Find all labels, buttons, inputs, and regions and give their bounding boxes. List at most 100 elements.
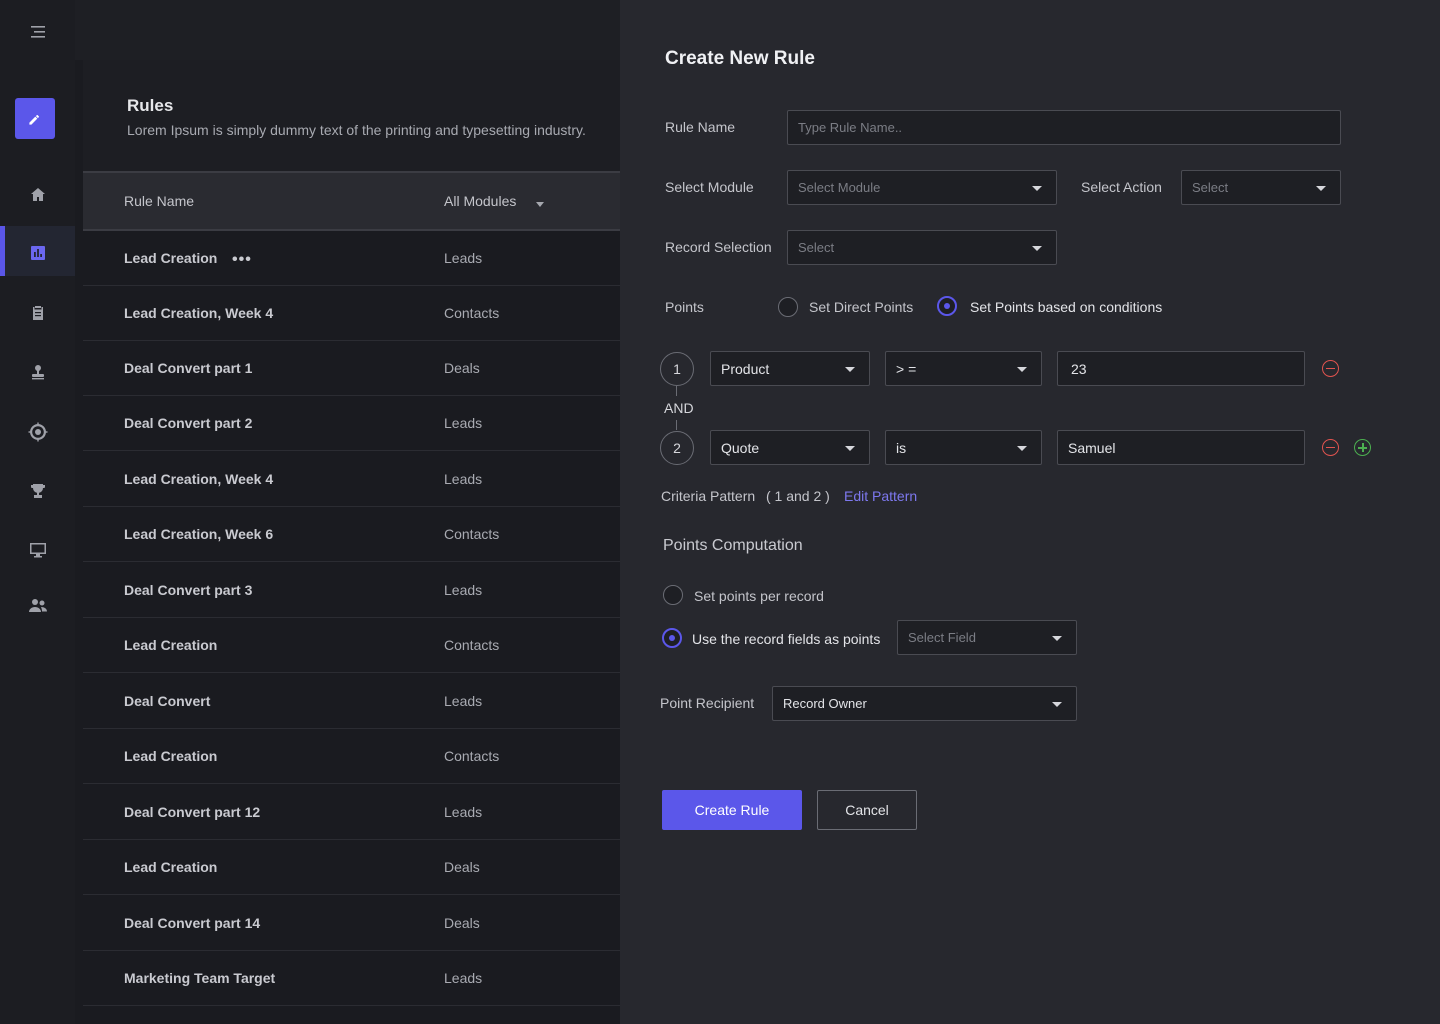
chevron-down-icon	[1052, 636, 1062, 641]
table-row[interactable]: Lead Creation, Week 6 Contacts	[83, 507, 620, 562]
module-cell: Contacts	[444, 637, 500, 653]
cancel-button[interactable]: Cancel	[817, 790, 917, 830]
select-action-label: Select Action	[1081, 179, 1162, 195]
drawer-title: Create New Rule	[665, 48, 815, 69]
criteria-pattern-value: ( 1 and 2 )	[766, 488, 830, 504]
users-icon[interactable]	[0, 586, 75, 626]
chevron-down-icon[interactable]	[536, 202, 544, 207]
points-computation-title: Points Computation	[663, 537, 803, 554]
rule-name-cell: Lead Creation	[124, 859, 218, 875]
table-row[interactable]: Deal Convert part 14 Deals	[83, 896, 620, 951]
chevron-down-icon	[1032, 186, 1042, 191]
point-recipient-value: Record Owner	[783, 696, 867, 711]
radio-conditional-points[interactable]	[937, 296, 957, 316]
condition-field-value: Product	[721, 360, 770, 377]
trophy-icon[interactable]	[0, 471, 75, 511]
select-field-dropdown[interactable]: Select Field	[897, 620, 1077, 655]
table-row[interactable]: Lead Creation Contacts	[83, 618, 620, 673]
module-cell: Leads	[444, 804, 483, 820]
add-condition-icon[interactable]	[1354, 439, 1371, 456]
select-module-label: Select Module	[665, 179, 754, 195]
target-icon[interactable]	[0, 412, 75, 452]
condition-operator-select[interactable]: > =	[885, 351, 1042, 386]
module-cell: Contacts	[444, 305, 500, 321]
rule-name-input[interactable]	[787, 110, 1341, 145]
record-selection-label: Record Selection	[665, 239, 772, 255]
rule-name-cell: Deal Convert	[124, 693, 211, 709]
module-filter-dropdown[interactable]: All Modules	[444, 193, 516, 209]
edit-pattern-link[interactable]: Edit Pattern	[844, 488, 917, 504]
chevron-down-icon	[1316, 186, 1326, 191]
record-selection-value: Select	[798, 240, 835, 255]
module-cell: Leads	[444, 970, 483, 986]
more-options-icon[interactable]: •••	[232, 251, 252, 269]
table-row[interactable]: Deal Convert Leads	[83, 674, 620, 729]
rule-name-cell: Deal Convert part 1	[124, 360, 253, 376]
rule-name-cell: Deal Convert part 3	[124, 582, 253, 598]
module-cell: Deals	[444, 859, 480, 875]
module-cell: Leads	[444, 250, 483, 266]
table-header: Rule Name All Modules	[83, 171, 620, 231]
condition-field-select[interactable]: Product	[710, 351, 870, 386]
rule-name-cell: Lead Creation	[124, 637, 218, 653]
radio-direct-points[interactable]	[778, 297, 798, 317]
page-title: Rules	[127, 96, 174, 115]
column-header-rule-name: Rule Name	[124, 193, 195, 209]
radio-record-fields-points-label[interactable]: Use the record fields as points	[692, 631, 880, 647]
rule-name-cell: Lead Creation	[124, 250, 218, 266]
connector-line	[676, 386, 677, 396]
module-select[interactable]: Select Module	[787, 170, 1057, 205]
table-row[interactable]: Lead Creation, Week 4 Contacts	[83, 286, 620, 341]
module-select-value: Select Module	[798, 180, 881, 195]
action-select-value: Select	[1192, 180, 1229, 195]
monitor-icon[interactable]	[0, 530, 75, 570]
table-row[interactable]: Deal Convert part 1 Deals	[83, 341, 620, 396]
top-bar	[75, 0, 620, 60]
module-cell: Leads	[444, 471, 483, 487]
remove-condition-icon[interactable]	[1322, 439, 1339, 456]
table-row[interactable]: Marketing Team Target Leads	[83, 951, 620, 1006]
rule-name-label: Rule Name	[665, 119, 736, 135]
condition-field-select[interactable]: Quote	[710, 430, 870, 465]
condition-value-input[interactable]: 23	[1057, 351, 1305, 386]
condition-operator-select[interactable]: is	[885, 430, 1042, 465]
chevron-down-icon	[1017, 446, 1027, 451]
module-cell: Contacts	[444, 526, 500, 542]
record-selection-select[interactable]: Select	[787, 230, 1057, 265]
condition-value-input[interactable]: Samuel	[1057, 430, 1305, 465]
table-row[interactable]: Deal Convert part 3 Leads	[83, 563, 620, 618]
sidebar	[0, 0, 75, 1024]
create-rule-button[interactable]: Create Rule	[662, 790, 802, 830]
table-row[interactable]: Lead Creation Deals	[83, 840, 620, 895]
bar-chart-icon[interactable]	[0, 233, 75, 273]
table-row[interactable]: Deal Convert part 2 Leads	[83, 396, 620, 451]
condition-operator-value: is	[896, 439, 907, 456]
remove-condition-icon[interactable]	[1322, 360, 1339, 377]
table-row[interactable]: Lead Creation, Week 4 Leads	[83, 452, 620, 507]
module-cell: Deals	[444, 915, 480, 931]
radio-conditional-points-label[interactable]: Set Points based on conditions	[970, 299, 1162, 315]
radio-record-fields-points[interactable]	[662, 628, 682, 648]
table-row[interactable]: Lead Creation Leads •••	[83, 231, 620, 286]
page-subtitle: Lorem Ipsum is simply dummy text of the …	[127, 122, 586, 138]
stamp-icon[interactable]	[0, 352, 75, 392]
point-recipient-select[interactable]: Record Owner	[772, 686, 1077, 721]
radio-points-per-record[interactable]	[663, 585, 683, 605]
edit-button[interactable]	[15, 98, 55, 139]
select-field-value: Select Field	[908, 630, 976, 645]
module-cell: Leads	[444, 693, 483, 709]
table-row[interactable]: Deal Convert part 12 Leads	[83, 785, 620, 840]
module-cell: Leads	[444, 582, 483, 598]
chevron-down-icon	[1017, 367, 1027, 372]
radio-points-per-record-label[interactable]: Set points per record	[694, 588, 824, 604]
table-row[interactable]: Lead Creation Contacts	[83, 729, 620, 784]
rules-header: Rules Lorem Ipsum is simply dummy text o…	[83, 60, 620, 171]
home-icon[interactable]	[0, 175, 75, 215]
chevron-down-icon	[845, 446, 855, 451]
rule-name-cell: Deal Convert part 12	[124, 804, 261, 820]
action-select[interactable]: Select	[1181, 170, 1341, 205]
rule-name-cell: Deal Convert part 14	[124, 915, 261, 931]
menu-icon[interactable]	[0, 12, 75, 52]
radio-direct-points-label[interactable]: Set Direct Points	[809, 299, 913, 315]
clipboard-icon[interactable]	[0, 293, 75, 333]
